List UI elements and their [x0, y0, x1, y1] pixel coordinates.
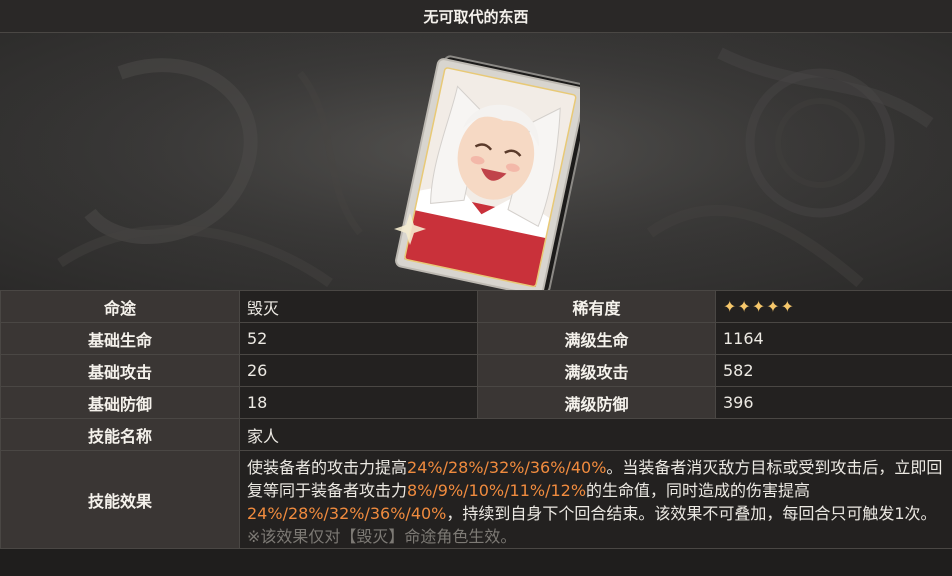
base-hp-value: 52	[239, 322, 478, 355]
skill-name-label: 技能名称	[0, 418, 240, 451]
max-atk-value: 582	[715, 354, 952, 387]
effect-note: ※该效果仅对【毁灭】命途角色生效。	[247, 527, 517, 546]
base-atk-label: 基础攻击	[0, 354, 240, 387]
rarity-label: 稀有度	[477, 290, 716, 323]
effect-heal-value: 8%/9%/10%/11%/12%	[407, 481, 587, 500]
max-def-label: 满级防御	[477, 386, 716, 419]
table-row: 基础防御 18 满级防御 396	[0, 386, 952, 419]
base-atk-value: 26	[239, 354, 478, 387]
table-row: 命途 毁灭 稀有度 ✦✦✦✦✦	[0, 290, 952, 323]
effect-dmg-value: 24%/28%/32%/36%/40%	[247, 504, 447, 523]
base-def-value: 18	[239, 386, 478, 419]
effect-text: 的生命值，同时造成的伤害提高	[586, 481, 811, 500]
skill-effect-text: 使装备者的攻击力提高24%/28%/32%/36%/40%。当装备者消灭敌方目标…	[239, 450, 952, 549]
effect-text: ，持续到自身下个回合结束。该效果不可叠加，每回合只可触发1次。	[446, 504, 937, 523]
table-row: 基础生命 52 满级生命 1164	[0, 322, 952, 355]
base-hp-label: 基础生命	[0, 322, 240, 355]
effect-atk-value: 24%/28%/32%/36%/40%	[407, 458, 607, 477]
max-hp-label: 满级生命	[477, 322, 716, 355]
table-row: 技能效果 使装备者的攻击力提高24%/28%/32%/36%/40%。当装备者消…	[0, 450, 952, 549]
light-cone-card	[394, 55, 580, 290]
table-row: 基础攻击 26 满级攻击 582	[0, 354, 952, 387]
base-def-label: 基础防御	[0, 386, 240, 419]
page-title: 无可取代的东西	[0, 0, 952, 33]
light-cone-stats-table: 命途 毁灭 稀有度 ✦✦✦✦✦ 基础生命 52 满级生命 1164 基础攻击 2…	[0, 290, 952, 549]
path-label: 命途	[0, 290, 240, 323]
skill-effect-label: 技能效果	[0, 450, 240, 549]
skill-name-value: 家人	[239, 418, 952, 451]
max-def-value: 396	[715, 386, 952, 419]
path-value: 毁灭	[239, 290, 478, 323]
effect-text: 使装备者的攻击力提高	[247, 458, 408, 477]
rarity-stars: ✦✦✦✦✦	[715, 290, 952, 323]
table-row: 技能名称 家人	[0, 418, 952, 451]
light-cone-detail: 无可取代的东西 命途 毁灭 稀有度 ✦✦✦✦✦ 基础生命 52 满级生命 116…	[0, 0, 952, 576]
max-atk-label: 满级攻击	[477, 354, 716, 387]
light-cone-banner	[0, 33, 952, 290]
max-hp-value: 1164	[715, 322, 952, 355]
